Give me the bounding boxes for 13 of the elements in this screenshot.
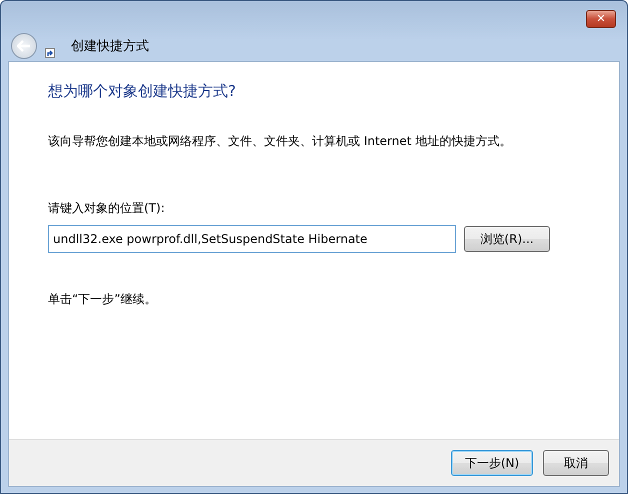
cancel-button[interactable]: 取消 [543,450,609,476]
back-button[interactable] [11,33,37,59]
window-title: 创建快捷方式 [71,38,149,55]
wizard-heading: 想为哪个对象创建快捷方式? [48,82,237,101]
close-button[interactable]: ✕ [586,10,616,28]
hint-text: 单击“下一步”继续。 [48,291,158,308]
location-field[interactable]: undll32.exe powrprof.dll,SetSuspendState Hibernate [48,225,456,253]
next-button[interactable]: 下一步(N) [451,450,533,476]
back-arrow-icon [17,40,31,52]
browse-button[interactable]: 浏览(R)... [464,226,550,252]
shortcut-icon [45,48,55,58]
location-label: 请键入对象的位置(T): [48,200,166,217]
description-text: 该向导帮您创建本地或网络程序、文件、文件夹、计算机或 Internet 地址的快捷方式。 [48,133,512,150]
